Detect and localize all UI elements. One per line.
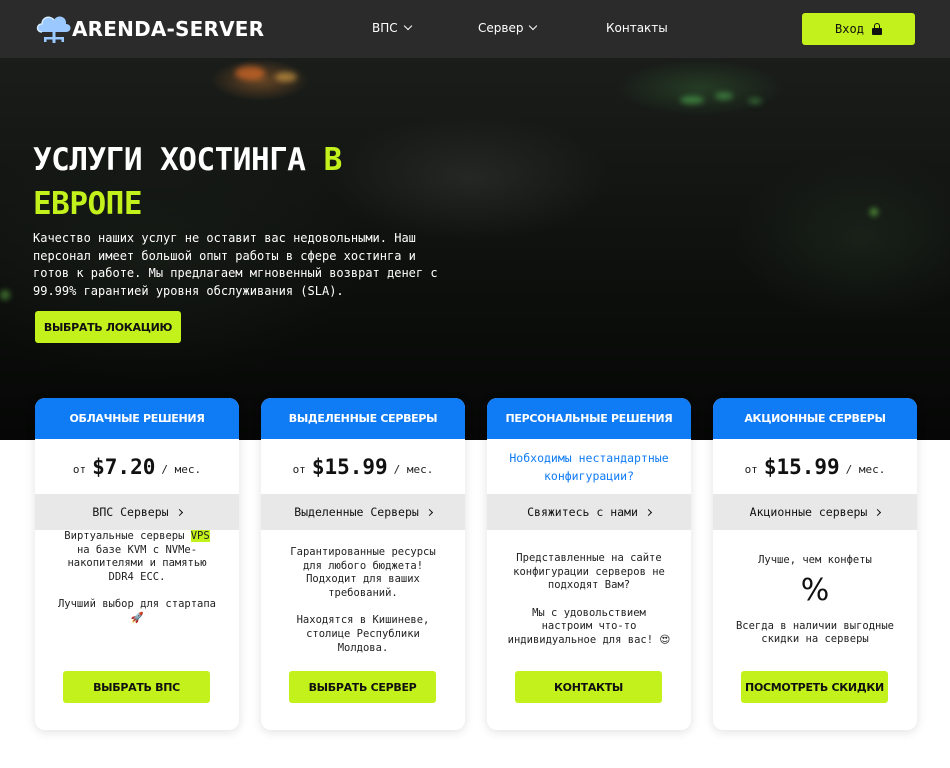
- background-light: [0, 290, 10, 300]
- chevron-right-icon: [425, 508, 433, 516]
- nav-item-contacts[interactable]: Контакты: [606, 21, 668, 35]
- card-price: от $7.20 / мес.: [72, 454, 202, 479]
- background-light: [235, 66, 265, 80]
- hero-section: УСЛУГИ ХОСТИНГА В ЕВРОПЕ Качество наших у…: [0, 58, 950, 440]
- lock-icon: [871, 23, 882, 35]
- hero-description: Качество наших услуг не оставит вас недо…: [33, 231, 438, 298]
- background-light: [680, 96, 704, 104]
- nav-item-vps[interactable]: ВПС: [372, 21, 412, 35]
- price-value: $15.99: [763, 454, 840, 479]
- background-light: [715, 92, 733, 100]
- login-button[interactable]: Вход: [802, 13, 915, 45]
- card-body: Виртуальные серверы VPS на базе KVM с NV…: [57, 530, 217, 624]
- nav-item-label: Контакты: [606, 21, 668, 35]
- chevron-down-icon: [529, 21, 538, 31]
- view-discounts-button[interactable]: ПОСМОТРЕТЬ СКИДКИ: [741, 671, 888, 703]
- chevron-right-icon: [874, 508, 882, 516]
- contacts-button[interactable]: КОНТАКТЫ: [515, 671, 662, 703]
- heart-eyes-icon: 😍: [659, 633, 671, 646]
- nav-item-label: Сервер: [478, 21, 524, 35]
- background-light: [275, 72, 297, 82]
- site-header: ARENDA-SERVER ВПС Сервер Контакты Вход: [0, 0, 950, 58]
- card-promo: АКЦИОННЫЕ СЕРВЕРЫ от $15.99 / мес. Акцио…: [713, 398, 917, 730]
- card-header: АКЦИОННЫЕ СЕРВЕРЫ: [713, 398, 917, 439]
- chevron-down-icon: [403, 21, 412, 31]
- card-header: ОБЛАЧНЫЕ РЕШЕНИЯ: [35, 398, 239, 439]
- chevron-right-icon: [644, 508, 652, 516]
- brand-name: ARENDA-SERVER: [72, 17, 265, 41]
- price-value: $7.20: [92, 454, 156, 479]
- login-label: Вход: [835, 22, 864, 36]
- background-light: [748, 98, 762, 104]
- hero-title: УСЛУГИ ХОСТИНГА В ЕВРОПЕ: [33, 142, 342, 222]
- card-price: от $15.99 / мес.: [292, 454, 434, 479]
- card-price: от $15.99 / мес.: [744, 454, 886, 479]
- nav-item-label: ВПС: [372, 21, 398, 35]
- card-body: Гарантированные ресурсы для любого бюдже…: [290, 546, 436, 654]
- card-body: Лучше, чем конфеты % Всегда в наличии вы…: [713, 554, 917, 684]
- card-sub-link[interactable]: Выделенные Серверы: [261, 494, 465, 530]
- choose-vps-button[interactable]: ВЫБРАТЬ ВПС: [63, 671, 210, 703]
- price-value: $15.99: [311, 454, 388, 479]
- logo[interactable]: ARENDA-SERVER: [34, 12, 264, 46]
- card-sub-link[interactable]: ВПС Серверы: [35, 494, 239, 530]
- card-sub-link[interactable]: Акционные серверы: [713, 494, 917, 530]
- card-cloud: ОБЛАЧНЫЕ РЕШЕНИЯ от $7.20 / мес. ВПС Сер…: [35, 398, 239, 730]
- nav-item-server[interactable]: Сервер: [478, 21, 538, 35]
- card-body: Представленные на сайте конфигурации сер…: [507, 552, 671, 646]
- choose-location-button[interactable]: ВЫБРАТЬ ЛОКАЦИЮ: [35, 311, 181, 343]
- card-sub-link[interactable]: Свяжитесь с нами: [487, 494, 691, 530]
- card-dedicated: ВЫДЕЛЕННЫЕ СЕРВЕРЫ от $15.99 / мес. Выде…: [261, 398, 465, 730]
- custom-config-link[interactable]: Нобходимы нестандартные конфигурации?: [487, 449, 691, 485]
- card-header: ВЫДЕЛЕННЫЕ СЕРВЕРЫ: [261, 398, 465, 439]
- chevron-right-icon: [175, 508, 183, 516]
- background-light: [870, 208, 878, 216]
- card-header: ПЕРСОНАЛЬНЫЕ РЕШЕНИЯ: [487, 398, 691, 439]
- choose-server-button[interactable]: ВЫБРАТЬ СЕРВЕР: [289, 671, 436, 703]
- cloud-server-icon: [36, 16, 71, 43]
- card-price: Нобходимы нестандартные конфигурации?: [487, 439, 691, 494]
- percent-icon: %: [800, 572, 830, 608]
- rocket-icon: 🚀: [130, 611, 144, 624]
- card-custom: ПЕРСОНАЛЬНЫЕ РЕШЕНИЯ Нобходимы нестандар…: [487, 398, 691, 730]
